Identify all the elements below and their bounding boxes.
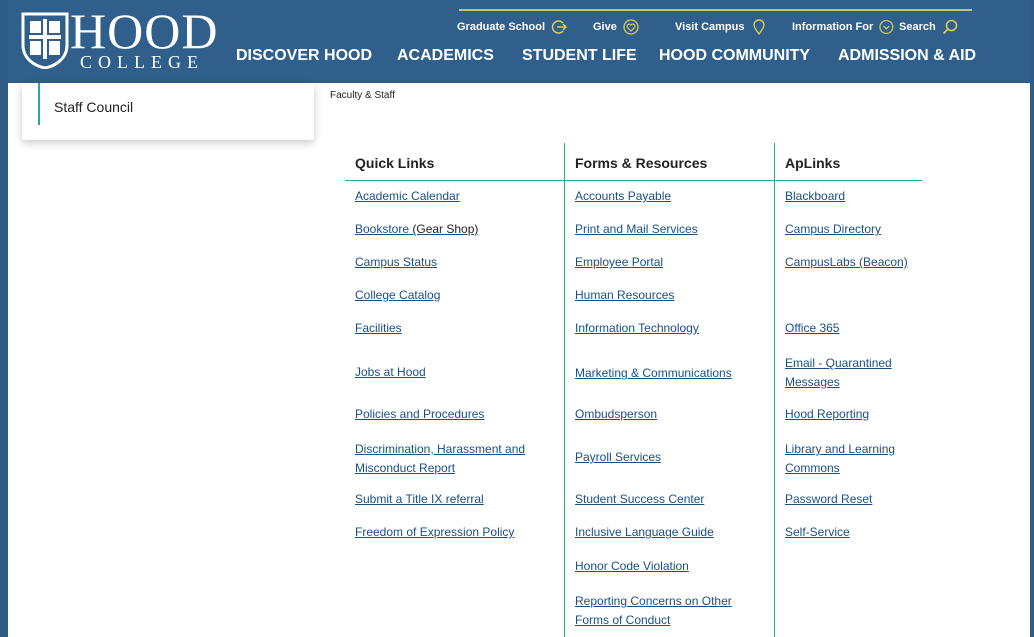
logo-wordmark: HOOD (70, 3, 219, 59)
main-nav: DISCOVER HOOD ACADEMICS STUDENT LIFE HOO… (236, 47, 976, 65)
link-marketing-communications[interactable]: Marketing & Communications (575, 365, 732, 382)
link-payroll-services[interactable]: Payroll Services (575, 449, 661, 466)
link-print-mail-services[interactable]: Print and Mail Services (575, 221, 698, 238)
link-academic-calendar[interactable]: Academic Calendar (355, 188, 460, 205)
quick-links-column: Quick Links Academic Calendar Bookstore … (345, 143, 565, 637)
nav-admission-aid[interactable]: ADMISSION & AID (838, 47, 976, 65)
link-policies-procedures[interactable]: Policies and Procedures (355, 406, 484, 423)
site-header: HOOD COLLEGE Graduate School Give Visit … (0, 0, 1034, 83)
link-facilities[interactable]: Facilities (355, 320, 402, 337)
column-heading: Forms & Resources (565, 143, 774, 181)
link-bookstore[interactable]: Bookstore (Gear Shop) (355, 221, 478, 238)
link-reporting-concerns[interactable]: Reporting Concerns on Other Forms of Con… (575, 592, 755, 630)
information-for-dropdown[interactable]: Information For (792, 16, 894, 38)
link-accounts-payable[interactable]: Accounts Payable (575, 188, 671, 205)
link-human-resources[interactable]: Human Resources (575, 287, 674, 304)
link-campus-directory[interactable]: Campus Directory (785, 221, 881, 238)
link-college-catalog[interactable]: College Catalog (355, 287, 440, 304)
sidebar-active-indicator (38, 83, 40, 125)
search-link[interactable]: Search (899, 16, 979, 38)
visit-campus-link[interactable]: Visit Campus (675, 16, 785, 38)
link-office-365[interactable]: Office 365 (785, 320, 839, 337)
bookstore-suffix: (Gear Shop) (409, 222, 479, 236)
link-self-service[interactable]: Self-Service (785, 524, 850, 541)
header-accent-line (459, 9, 972, 11)
graduate-school-label: Graduate School (457, 21, 546, 33)
link-blackboard[interactable]: Blackboard (785, 188, 845, 205)
nav-hood-community[interactable]: HOOD COMMUNITY (659, 47, 838, 65)
column-heading: Quick Links (345, 143, 564, 181)
nav-academics[interactable]: ACADEMICS (397, 47, 522, 65)
search-label: Search (899, 21, 936, 33)
search-icon (942, 19, 958, 35)
utility-nav: Graduate School Give Visit Campus Inform… (457, 16, 979, 38)
give-link[interactable]: Give (593, 16, 669, 38)
nav-student-life[interactable]: STUDENT LIFE (522, 47, 659, 65)
link-jobs-at-hood[interactable]: Jobs at Hood (355, 364, 426, 381)
logo-subtitle: COLLEGE (80, 52, 204, 72)
nav-discover-hood[interactable]: DISCOVER HOOD (236, 47, 397, 65)
visit-campus-label: Visit Campus (675, 21, 745, 33)
link-honor-code-violation[interactable]: Honor Code Violation (575, 558, 689, 575)
link-password-reset[interactable]: Password Reset (785, 491, 872, 508)
link-campus-status[interactable]: Campus Status (355, 254, 437, 271)
link-information-technology[interactable]: Information Technology (575, 320, 699, 337)
aplinks-column: ApLinks Blackboard Campus Directory Camp… (775, 143, 922, 637)
link-hood-reporting[interactable]: Hood Reporting (785, 406, 869, 423)
forms-resources-column: Forms & Resources Accounts Payable Print… (565, 143, 775, 637)
link-student-success-center[interactable]: Student Success Center (575, 491, 704, 508)
chevron-down-circle-icon (879, 19, 894, 35)
link-employee-portal[interactable]: Employee Portal (575, 254, 663, 271)
give-label: Give (593, 21, 617, 33)
link-campuslabs-beacon[interactable]: CampusLabs (Beacon) (785, 254, 908, 271)
link-library-learning-commons[interactable]: Library and Learning Commons (785, 440, 915, 478)
graduate-school-link[interactable]: Graduate School (457, 16, 573, 38)
column-heading: ApLinks (775, 143, 922, 181)
shield-logo-icon (21, 12, 69, 69)
map-pin-icon (752, 19, 765, 35)
bookstore-link-text[interactable]: Bookstore (355, 222, 409, 236)
link-inclusive-language-guide[interactable]: Inclusive Language Guide (575, 524, 714, 541)
link-email-quarantined[interactable]: Email - Quarantined Messages (785, 354, 915, 392)
sidebar-menu: Staff Council (22, 83, 314, 140)
link-ombudsperson[interactable]: Ombudsperson (575, 406, 657, 423)
breadcrumb[interactable]: Faculty & Staff (330, 90, 395, 101)
window-left-border (0, 0, 8, 637)
arrow-right-circle-icon (551, 20, 568, 34)
information-for-label: Information For (792, 21, 874, 33)
heart-circle-icon (623, 19, 639, 35)
sidebar-item-staff-council[interactable]: Staff Council (54, 99, 133, 115)
window-right-border (1030, 0, 1034, 637)
link-freedom-of-expression[interactable]: Freedom of Expression Policy (355, 524, 514, 541)
hood-college-logo[interactable]: HOOD COLLEGE (20, 5, 217, 73)
link-title-ix-referral[interactable]: Submit a Title IX referral (355, 491, 484, 508)
link-discrimination-report[interactable]: Discrimination, Harassment and Misconduc… (355, 440, 555, 478)
